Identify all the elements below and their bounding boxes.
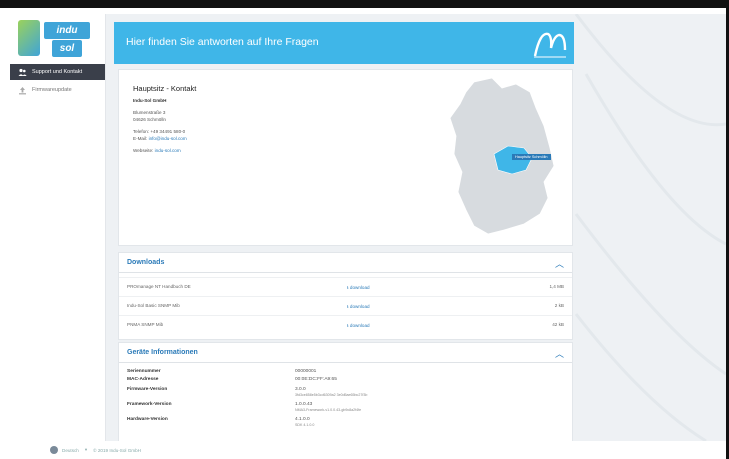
download-name: PROmanage NT Handbuch DE xyxy=(127,284,191,289)
download-size: 42 kB xyxy=(552,322,564,327)
street: Blumenstraße 3 xyxy=(133,110,166,115)
chevron-up-icon[interactable]: ︿ xyxy=(555,257,564,270)
download-link[interactable]: ⭳ download xyxy=(347,322,370,330)
info-key: Seriennummer xyxy=(127,369,161,374)
info-key: Hardware-Version xyxy=(127,417,168,422)
sidebar-item-support[interactable]: Support und Kontakt xyxy=(10,64,105,80)
downloads-title: Downloads xyxy=(127,259,165,266)
language-select[interactable]: Deutsch xyxy=(62,448,79,453)
table-row: PROmanage NT Handbuch DE ⭳ download 1,4 … xyxy=(119,277,572,296)
window-top-border xyxy=(0,0,729,8)
company-name: Indu-Sol GmbH xyxy=(133,98,167,103)
downloads-card: Downloads ︿ PROmanage NT Handbuch DE ⭳ d… xyxy=(118,252,573,340)
table-row: Indu-Sol Basic SNMP Mib ⭳ download 2 kB xyxy=(119,296,572,315)
download-link[interactable]: ⭳ download xyxy=(347,284,370,292)
chevron-down-icon[interactable]: ▾ xyxy=(85,447,87,453)
info-value: 1.0.0.43 xyxy=(295,402,313,407)
sidebar: indu sol Support und Kontakt Firmwareupd… xyxy=(10,14,106,441)
info-key: Firmware-Version xyxy=(127,387,168,392)
info-value: 3.0.0 xyxy=(295,387,306,392)
info-value: 00000001 xyxy=(295,369,317,374)
info-value: 4.1.0.0 xyxy=(295,417,310,422)
download-size: 1,4 MB xyxy=(549,284,564,289)
logo-top-text: indu xyxy=(44,22,90,39)
users-icon xyxy=(18,68,27,77)
contact-heading: Hauptsitz - Kontakt xyxy=(133,84,197,93)
sidebar-item-label: Support und Kontakt xyxy=(32,69,83,75)
website-link[interactable]: indu-sol.com xyxy=(155,148,181,153)
brand-wave-icon xyxy=(533,32,567,58)
contact-card: Hauptsitz - Kontakt Indu-Sol GmbH Blumen… xyxy=(118,69,573,246)
info-key: Framework-Version xyxy=(127,402,172,407)
device-info-card: Geräte Informationen ︿ Seriennummer 0000… xyxy=(118,342,573,441)
info-value: 00:0E:DC:FF:A9:65 xyxy=(295,377,337,382)
download-link[interactable]: ⭳ download xyxy=(347,303,370,311)
email-link[interactable]: info@indu-sol.com xyxy=(149,136,187,141)
globe-icon xyxy=(50,446,58,454)
sidebar-item-label: Firmwareupdate xyxy=(32,87,72,93)
copyright: © 2019 Indu-Sol GmbH xyxy=(93,447,141,453)
info-subvalue: 3fd3ce858e5b3cd6309a2 3e0d5ae65bc27f3b xyxy=(295,393,368,397)
website-line: Webseite: indu-sol.com xyxy=(133,148,181,153)
map-label: Hauptsitz Schmölln xyxy=(512,154,551,160)
email-prefix: E-Mail: xyxy=(133,136,148,141)
download-name: Indu-Sol Basic SNMP Mib xyxy=(127,303,180,308)
info-key: MAC-Adresse xyxy=(127,377,159,382)
upload-icon xyxy=(18,86,27,95)
logo-bottom-text: sol xyxy=(52,40,82,57)
chevron-up-icon[interactable]: ︿ xyxy=(555,347,564,360)
email-line: E-Mail: info@indu-sol.com xyxy=(133,136,187,141)
footer: Deutsch ▾ © 2019 Indu-Sol GmbH xyxy=(50,446,141,454)
website-prefix: Webseite: xyxy=(133,148,154,153)
download-name: PNMA SNMP Mib xyxy=(127,322,164,327)
info-subvalue: SDK 4.1.0.0 xyxy=(295,423,315,427)
device-info-header[interactable]: Geräte Informationen ︿ xyxy=(119,343,572,363)
header-banner: Hier finden Sie antworten auf Ihre Frage… xyxy=(114,22,574,64)
phone: Telefon: +49 34491 580-0 xyxy=(133,129,186,134)
device-info-title: Geräte Informationen xyxy=(127,349,198,356)
info-subvalue: NMA3-Framework-v1.0.0.43-gb9c8a2f4fe xyxy=(295,408,362,412)
indu-sol-logo[interactable]: indu sol xyxy=(18,20,98,58)
table-row: PNMA SNMP Mib ⭳ download 42 kB xyxy=(119,315,572,334)
banner-title: Hier finden Sie antworten auf Ihre Frage… xyxy=(126,36,319,48)
main-content: Hier finden Sie antworten auf Ihre Frage… xyxy=(106,14,726,441)
logo-leaf-icon xyxy=(18,20,40,56)
city: 04626 Schmölln xyxy=(133,117,166,122)
download-size: 2 kB xyxy=(554,303,564,308)
downloads-header[interactable]: Downloads ︿ xyxy=(119,253,572,273)
sidebar-item-firmwareupdate[interactable]: Firmwareupdate xyxy=(10,82,105,98)
